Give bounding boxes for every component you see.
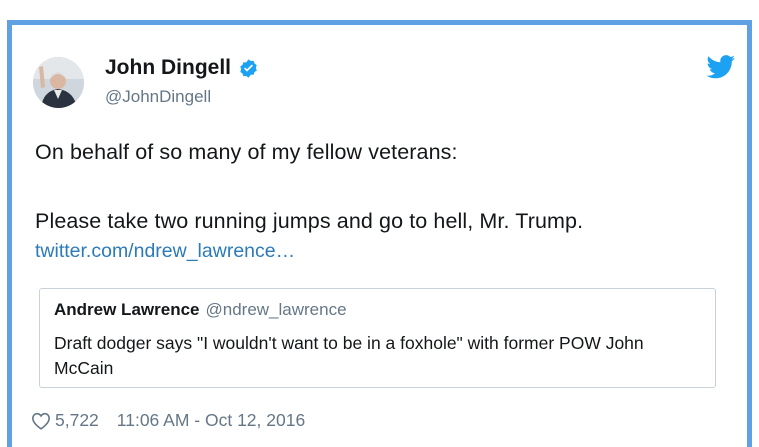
twitter-bird-icon[interactable]	[706, 55, 736, 79]
author-name-row[interactable]: John Dingell	[105, 56, 259, 80]
tweet-text-line-2: Please take two running jumps and go to …	[35, 209, 584, 233]
tweet-link[interactable]: twitter.com/ndrew_lawrence…	[35, 240, 295, 263]
quoted-tweet-header: Andrew Lawrence @ndrew_lawrence	[54, 300, 347, 320]
author-handle[interactable]: @JohnDingell	[105, 87, 211, 107]
tweet-text-line-1: On behalf of so many of my fellow vetera…	[35, 140, 458, 164]
author-name[interactable]: John Dingell	[105, 56, 231, 80]
quoted-tweet-text: Draft dodger says "I wouldn't want to be…	[54, 333, 644, 378]
like-count[interactable]: 5,722	[55, 410, 99, 431]
tweet-card: John Dingell @JohnDingell On behalf of s…	[7, 20, 752, 447]
tweet-timestamp[interactable]: 11:06 AM - Oct 12, 2016	[117, 410, 305, 431]
avatar-image	[33, 57, 84, 108]
verified-badge-icon	[238, 58, 259, 79]
tweet-footer: 5,722 11:06 AM - Oct 12, 2016	[31, 410, 305, 431]
heart-outline-icon[interactable]	[31, 412, 51, 430]
quoted-tweet[interactable]: Andrew Lawrence @ndrew_lawrence Draft dod…	[39, 288, 716, 388]
avatar[interactable]	[33, 57, 84, 108]
quoted-author-handle: @ndrew_lawrence	[205, 300, 347, 319]
quoted-author-name: Andrew Lawrence	[54, 300, 200, 319]
